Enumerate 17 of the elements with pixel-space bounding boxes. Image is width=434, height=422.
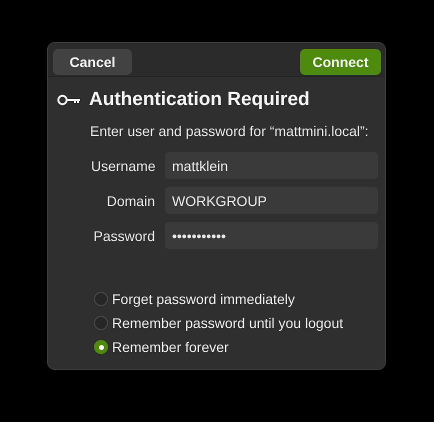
dialog-title: Authentication Required: [89, 89, 310, 111]
radio-button[interactable]: [94, 316, 108, 330]
radio-button[interactable]: [94, 292, 108, 306]
radio-label: Forget password immediately: [112, 291, 295, 307]
field-label: Password: [92, 228, 155, 244]
input-field[interactable]: mattklein: [165, 152, 378, 179]
input-field[interactable]: WORKGROUP: [165, 187, 378, 214]
radio-button[interactable]: [94, 340, 108, 354]
cancel-button[interactable]: Cancel: [53, 48, 132, 74]
radio-label: Remember password until you logout: [112, 315, 344, 331]
field-label: Domain: [106, 192, 155, 208]
input-field[interactable]: •••••••••••: [165, 222, 378, 249]
key-icon: [57, 94, 81, 106]
radio-label: Remember forever: [112, 339, 229, 355]
field-label: Username: [91, 158, 155, 174]
connect-button[interactable]: Connect: [300, 48, 381, 74]
prompt-text: Enter user and password for “mattmini.local”:: [90, 123, 370, 139]
